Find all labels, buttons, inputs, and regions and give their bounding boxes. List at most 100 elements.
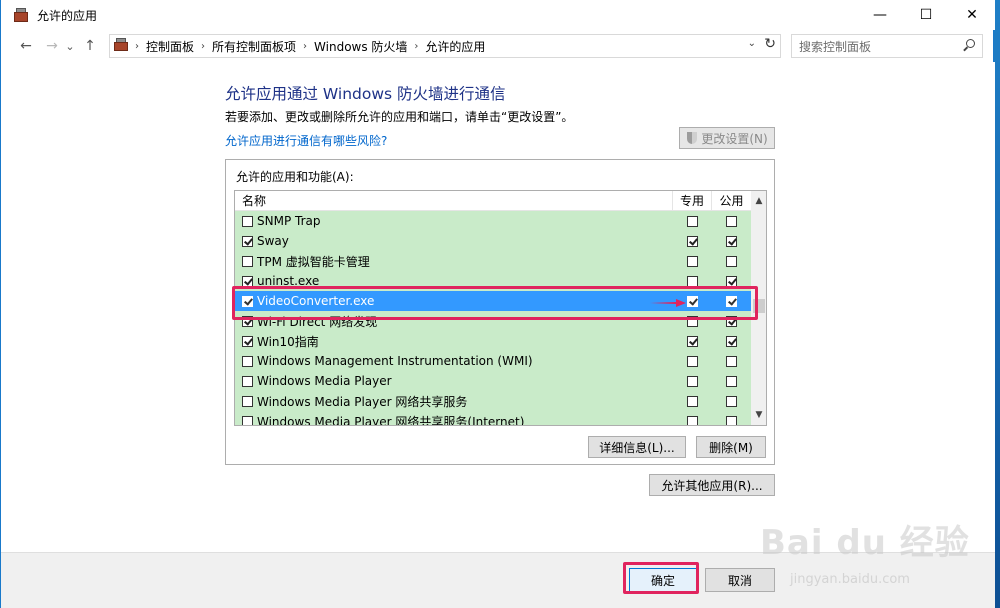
enable-checkbox[interactable] [242, 415, 253, 425]
remove-button[interactable]: 删除(M) [696, 436, 766, 458]
public-cell [712, 251, 751, 271]
address-bar[interactable]: › 控制面板 › 所有控制面板项 › Windows 防火墙 › 允许的应用 ⌄… [109, 34, 781, 58]
scroll-down-arrow-icon[interactable]: ▼ [751, 407, 766, 423]
public-checkbox[interactable] [726, 415, 737, 425]
list-item[interactable]: Sway [235, 231, 751, 251]
watermark-logo: Bai du 经验 [760, 523, 970, 563]
app-name-label: Win10指南 [257, 334, 319, 349]
app-name-label: Windows Media Player 网络共享服务(Internet) [257, 414, 525, 426]
breadcrumb-control-panel[interactable]: 控制面板 [142, 38, 198, 55]
private-checkbox[interactable] [687, 355, 698, 367]
app-name-label: Windows Media Player [257, 374, 392, 388]
list-item-name: SNMP Trap [235, 211, 673, 231]
public-checkbox[interactable] [726, 335, 737, 347]
allowed-apps-label: 允许的应用和功能(A): [236, 170, 354, 184]
public-checkbox[interactable] [726, 395, 737, 407]
public-cell [712, 211, 751, 231]
title-bar: 允许的应用 — ☐ ✕ [1, 0, 995, 30]
list-item[interactable]: Windows Media Player 网络共享服务 [235, 391, 751, 411]
public-cell [712, 351, 751, 371]
risk-info-link[interactable]: 允许应用进行通信有哪些风险? [225, 132, 387, 149]
enable-checkbox[interactable] [242, 395, 253, 407]
page-title: 允许应用通过 Windows 防火墙进行通信 [225, 85, 506, 103]
public-cell [712, 391, 751, 411]
allow-other-app-button[interactable]: 允许其他应用(R)... [649, 474, 775, 496]
private-checkbox[interactable] [687, 395, 698, 407]
private-checkbox[interactable] [687, 235, 698, 247]
private-cell [673, 251, 712, 271]
app-name-label: Sway [257, 234, 289, 248]
enable-checkbox[interactable] [242, 215, 253, 227]
public-cell [712, 331, 751, 351]
list-item[interactable]: SNMP Trap [235, 211, 751, 231]
enable-checkbox[interactable] [242, 375, 253, 387]
watermark-url: jingyan.baidu.com [790, 572, 910, 587]
app-name-label: Windows Media Player 网络共享服务 [257, 394, 468, 409]
list-item-name: Windows Media Player 网络共享服务 [235, 391, 673, 411]
public-checkbox[interactable] [726, 275, 737, 287]
public-checkbox[interactable] [726, 375, 737, 387]
list-item[interactable]: Windows Media Player [235, 371, 751, 391]
list-item-name: Windows Media Player [235, 371, 673, 391]
list-item[interactable]: Windows Management Instrumentation (WMI) [235, 351, 751, 371]
private-checkbox[interactable] [687, 415, 698, 425]
maximize-button[interactable]: ☐ [903, 0, 949, 30]
private-cell [673, 371, 712, 391]
public-checkbox[interactable] [726, 355, 737, 367]
close-button[interactable]: ✕ [949, 0, 995, 30]
enable-checkbox[interactable] [242, 335, 253, 347]
breadcrumb-separator: › [135, 40, 139, 52]
app-name-label: SNMP Trap [257, 214, 321, 228]
private-checkbox[interactable] [687, 215, 698, 227]
up-arrow-icon[interactable]: ↑ [79, 35, 101, 57]
enable-checkbox[interactable] [242, 235, 253, 247]
window-controls: — ☐ ✕ [857, 0, 995, 30]
breadcrumb-separator: › [303, 40, 308, 52]
column-header-name[interactable]: 名称 [235, 191, 673, 211]
public-cell [712, 231, 751, 251]
private-checkbox[interactable] [687, 335, 698, 347]
control-panel-icon [110, 35, 132, 57]
breadcrumb-all-items[interactable]: 所有控制面板项 [208, 38, 300, 55]
private-cell [673, 411, 712, 425]
refresh-icon[interactable]: ↻ [764, 36, 776, 52]
search-icon[interactable] [962, 39, 976, 53]
public-checkbox[interactable] [726, 215, 737, 227]
column-header-public[interactable]: 公用 [712, 191, 751, 211]
private-checkbox[interactable] [687, 375, 698, 387]
private-cell [673, 331, 712, 351]
enable-checkbox[interactable] [242, 275, 253, 287]
window-title: 允许的应用 [37, 8, 98, 23]
enable-checkbox[interactable] [242, 255, 253, 267]
address-dropdown-icon[interactable]: ⌄ [748, 38, 756, 49]
minimize-button[interactable]: — [857, 0, 903, 30]
private-checkbox[interactable] [687, 255, 698, 267]
recent-locations-icon[interactable]: ⌄ [63, 35, 77, 57]
private-cell [673, 231, 712, 251]
private-checkbox[interactable] [687, 275, 698, 287]
list-item-name: Win10指南 [235, 331, 673, 351]
list-header: 名称 专用 公用 [235, 191, 751, 211]
highlight-box-ok [623, 562, 699, 594]
private-cell [673, 391, 712, 411]
forward-arrow-icon[interactable]: → [41, 35, 63, 57]
search-input[interactable]: 搜索控制面板 [791, 34, 983, 58]
app-name-label: Windows Management Instrumentation (WMI) [257, 354, 533, 368]
list-item[interactable]: TPM 虚拟智能卡管理 [235, 251, 751, 271]
enable-checkbox[interactable] [242, 355, 253, 367]
list-item[interactable]: Windows Media Player 网络共享服务(Internet) [235, 411, 751, 426]
public-cell [712, 411, 751, 425]
public-checkbox[interactable] [726, 235, 737, 247]
scroll-up-arrow-icon[interactable]: ▲ [751, 193, 766, 209]
column-header-private[interactable]: 专用 [673, 191, 712, 211]
public-checkbox[interactable] [726, 255, 737, 267]
list-item[interactable]: Win10指南 [235, 331, 751, 351]
cancel-button[interactable]: 取消 [705, 568, 775, 592]
breadcrumb-allowed-apps[interactable]: 允许的应用 [421, 38, 489, 55]
details-button[interactable]: 详细信息(L)... [588, 436, 686, 458]
change-settings-button[interactable]: 更改设置(N) [679, 127, 775, 149]
public-cell [712, 371, 751, 391]
private-cell [673, 351, 712, 371]
breadcrumb-firewall[interactable]: Windows 防火墙 [310, 38, 411, 55]
back-arrow-icon[interactable]: ← [15, 35, 37, 57]
